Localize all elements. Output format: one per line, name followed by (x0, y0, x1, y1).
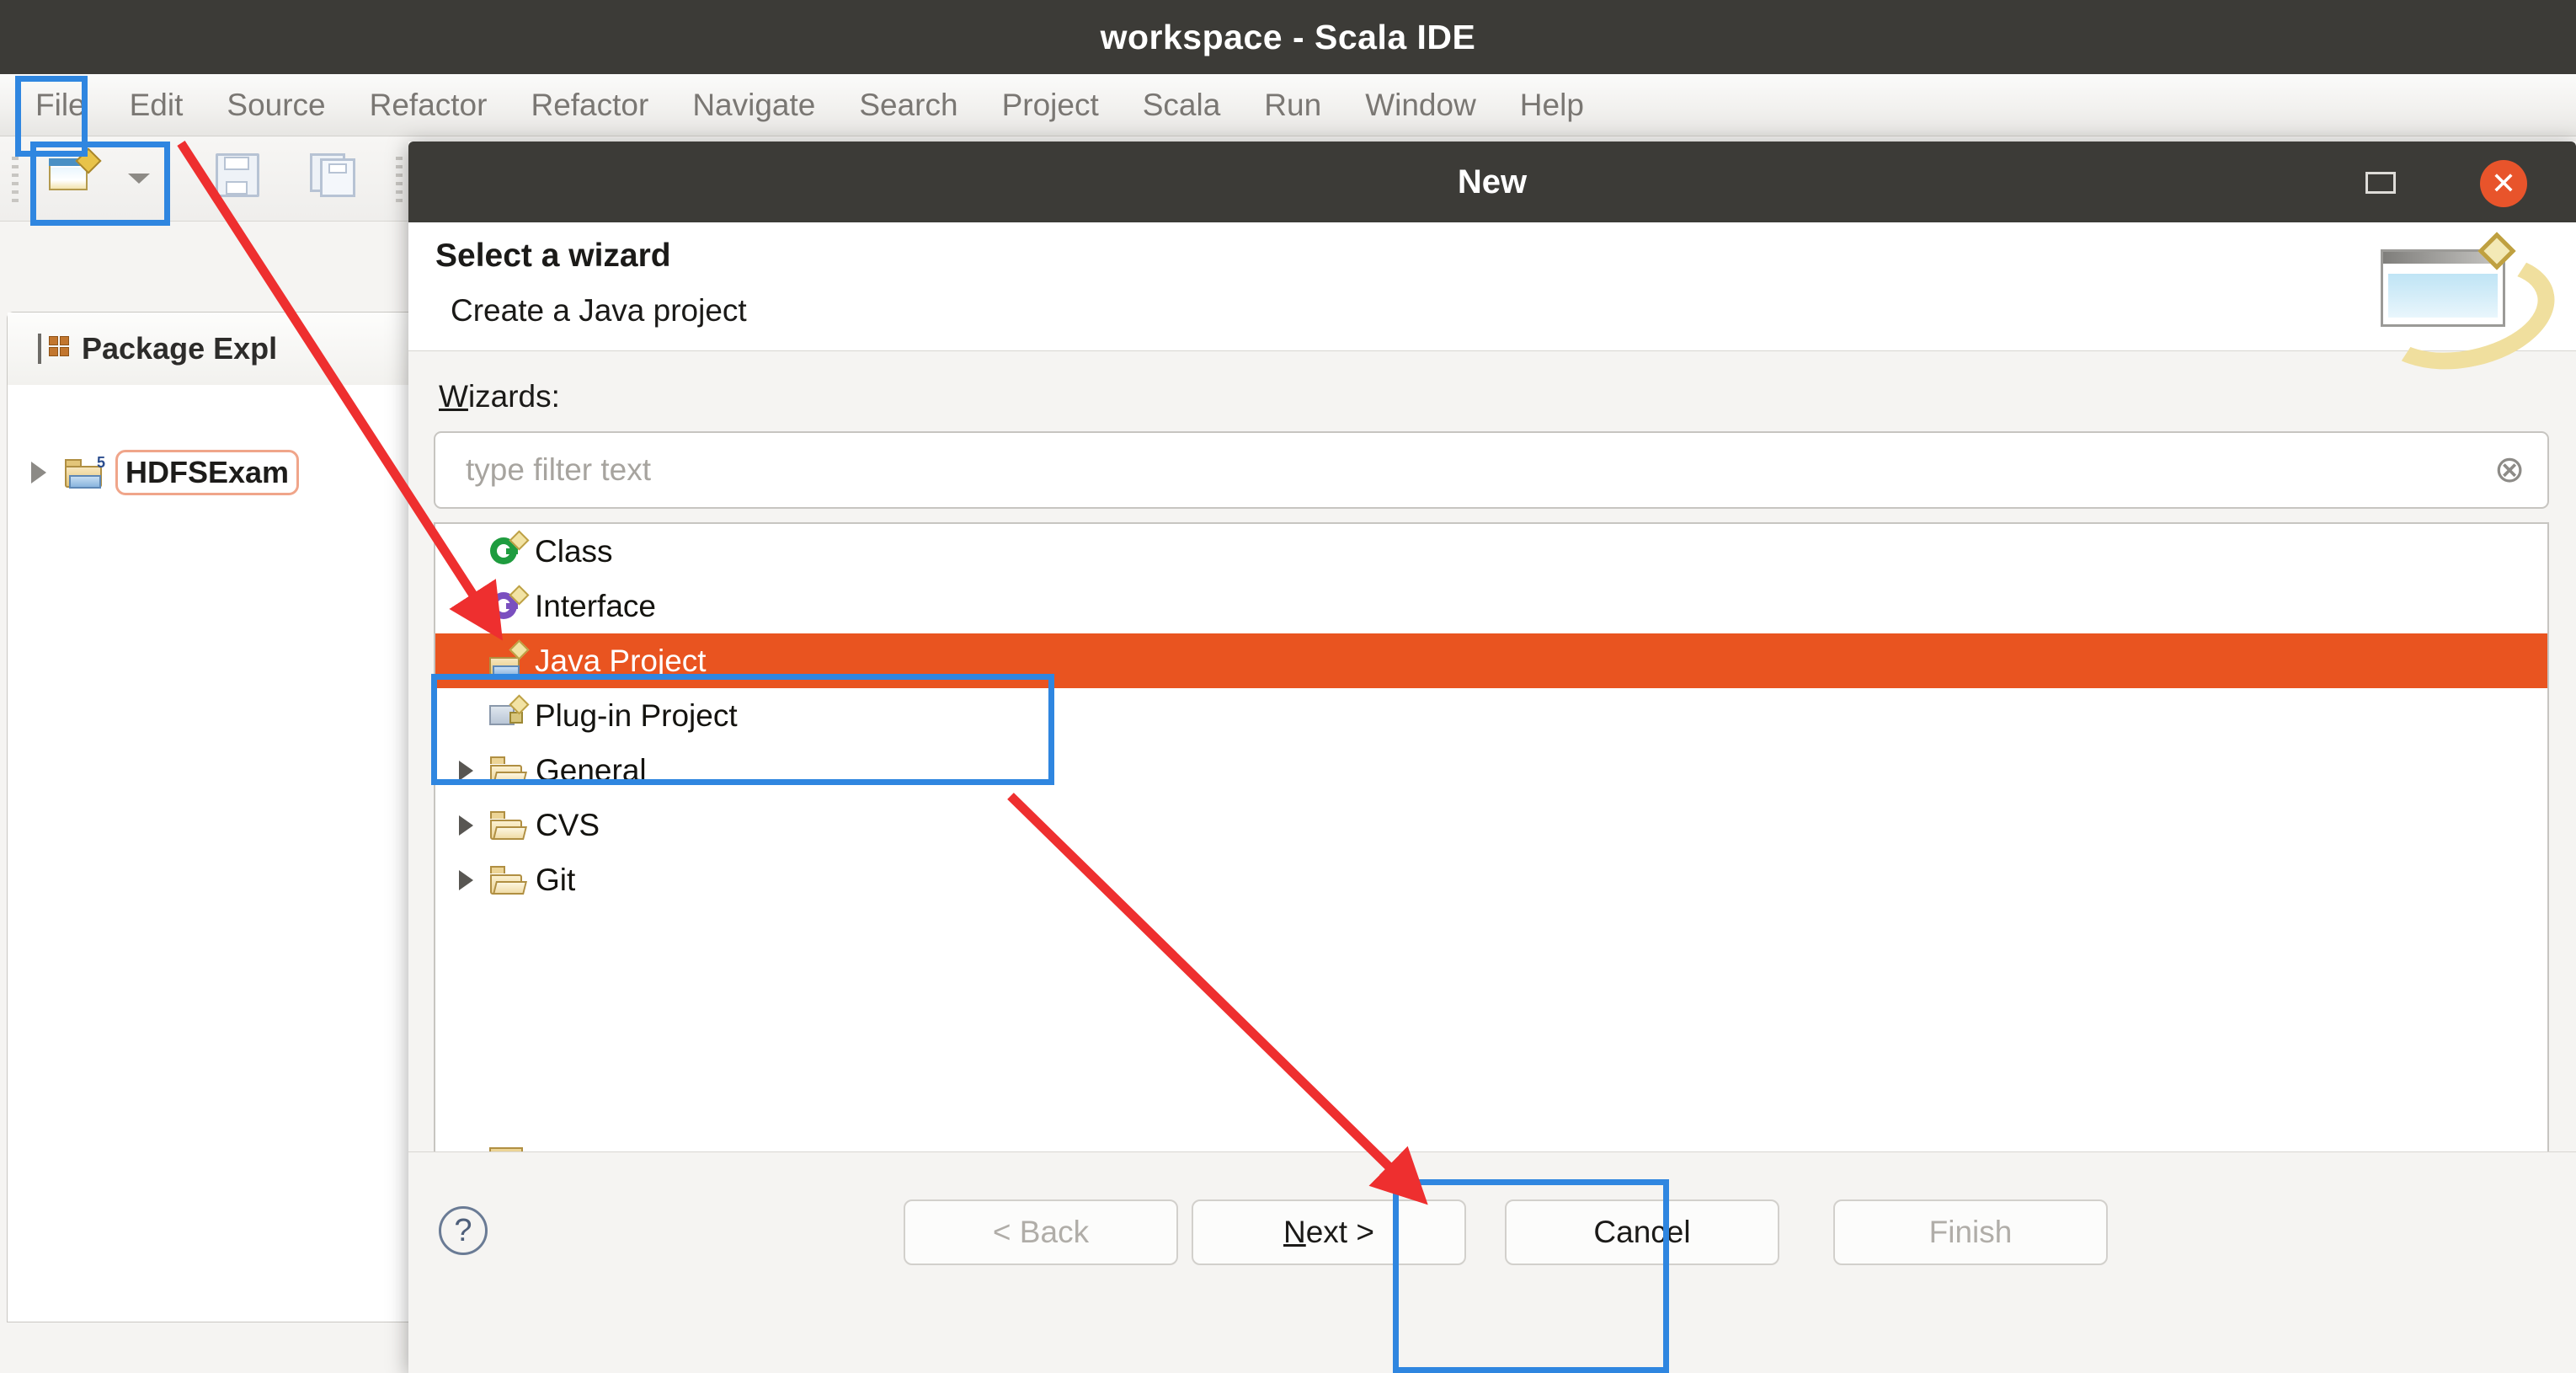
tree-item-general[interactable]: General (435, 743, 2547, 798)
filter-input[interactable]: type filter text ⊗ (434, 431, 2549, 509)
folder-icon (490, 756, 527, 785)
java-interface-icon (489, 584, 530, 622)
package-explorer-panel: Package Expl 5 HDFSExam (7, 312, 445, 1322)
tree-item-git[interactable]: Git (435, 852, 2547, 907)
clear-circle-icon[interactable]: ⊗ (2472, 451, 2547, 489)
chevron-down-icon[interactable] (128, 174, 150, 184)
back-button[interactable]: < Back (904, 1199, 1178, 1265)
project-name[interactable]: HDFSExam (115, 450, 300, 495)
screen: workspace - Scala IDE File Edit Source R… (0, 0, 2576, 1373)
menu-item-run[interactable]: Run (1242, 88, 1343, 123)
java-class-icon (489, 529, 530, 568)
menu-item-project[interactable]: Project (980, 88, 1121, 123)
menu-item-navigate[interactable]: Navigate (670, 88, 837, 123)
package-explorer-icon (38, 334, 69, 364)
triangle-right-icon[interactable] (31, 462, 46, 483)
close-icon[interactable]: ✕ (2480, 160, 2527, 207)
triangle-right-icon[interactable] (459, 869, 473, 890)
triangle-right-icon[interactable] (459, 815, 473, 836)
folder-icon (490, 810, 527, 840)
tree-item-label: CVS (536, 807, 600, 842)
dialog-titlebar: New ✕ (408, 142, 2576, 222)
finish-button[interactable]: Finish (1833, 1199, 2108, 1265)
java-project-icon (489, 638, 530, 677)
tree-item-label: Git (536, 862, 576, 897)
tree-item-plugin-project[interactable]: Plug-in Project (435, 688, 2547, 743)
new-button[interactable] (47, 147, 102, 204)
dialog-header-subtitle: Create a Java project (451, 293, 747, 328)
tree-item-class[interactable]: Class (435, 524, 2547, 579)
menu-item-search[interactable]: Search (837, 88, 979, 123)
wizards-label: Wizards: (439, 379, 560, 414)
help-question-icon[interactable]: ? (439, 1206, 488, 1255)
tree-item-cvs[interactable]: CVS (435, 798, 2547, 852)
menu-item-refactor[interactable]: Refactor (348, 88, 509, 123)
window-title: workspace - Scala IDE (1100, 17, 1476, 56)
menu-item-source[interactable]: Source (205, 88, 347, 123)
save-button[interactable] (216, 153, 268, 204)
package-explorer-header[interactable]: Package Expl (8, 313, 445, 385)
tree-item-label: Java Project (535, 643, 707, 678)
save-icon (216, 153, 259, 197)
save-all-button[interactable] (310, 153, 362, 204)
menu-item-scala[interactable]: Scala (1121, 88, 1243, 123)
new-window-icon (47, 147, 102, 194)
tree-item-label: General (536, 752, 647, 788)
tree-item-label: Class (535, 533, 613, 569)
folder-icon (490, 865, 527, 895)
toolbar-grip-2[interactable] (396, 157, 403, 202)
menu-item-help[interactable]: Help (1498, 88, 1606, 123)
dialog-header-title: Select a wizard (435, 238, 671, 274)
new-wizard-dialog: New ✕ Select a wizard Create a Java proj… (408, 142, 2576, 1373)
dialog-title: New (1457, 163, 1528, 200)
tree-item-interface[interactable]: Interface (435, 579, 2547, 633)
tree-item-label: Interface (535, 588, 656, 623)
menu-item-edit[interactable]: Edit (108, 88, 205, 123)
next-button[interactable]: Next > (1192, 1199, 1466, 1265)
explorer-project-row[interactable]: 5 HDFSExam (8, 447, 445, 498)
wizard-tree[interactable]: Class Interface Java Project Plug-in Pro… (434, 522, 2549, 1156)
java-project-icon: 5 (65, 454, 105, 489)
menu-item-window[interactable]: Window (1343, 88, 1498, 123)
package-explorer-title: Package Expl (82, 331, 278, 366)
dialog-footer: ? < Back Next > Cancel Finish (408, 1151, 2576, 1373)
cancel-button[interactable]: Cancel (1505, 1199, 1779, 1265)
dialog-header: Select a wizard Create a Java project (408, 222, 2576, 386)
wizard-banner-icon (2362, 231, 2566, 386)
save-all-icon (310, 153, 360, 197)
menu-bar: File Edit Source Refactor Refactor Navig… (0, 74, 2576, 136)
toolbar-grip[interactable] (12, 157, 19, 202)
triangle-right-icon[interactable] (459, 760, 473, 781)
filter-placeholder: type filter text (466, 452, 652, 487)
plugin-project-icon (489, 693, 530, 732)
menu-item-file[interactable]: File (29, 88, 108, 123)
tree-item-label: Plug-in Project (535, 697, 738, 733)
tree-item-java-project[interactable]: Java Project (435, 633, 2547, 688)
ide-titlebar: workspace - Scala IDE (0, 0, 2576, 74)
menu-item-refactor-2[interactable]: Refactor (509, 88, 670, 123)
maximize-icon[interactable] (2365, 172, 2396, 194)
